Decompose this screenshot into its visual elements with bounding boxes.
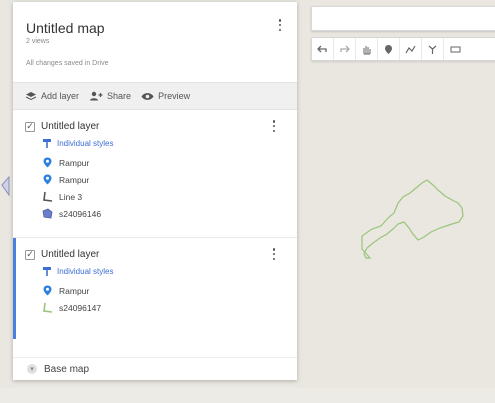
preview-button[interactable]: Preview xyxy=(141,91,190,101)
basemap-row[interactable]: ▾ Base map xyxy=(13,357,297,380)
draw-line-icon[interactable] xyxy=(400,38,422,60)
save-status: All changes saved in Drive xyxy=(26,60,109,67)
feature-label: Line 3 xyxy=(59,191,83,202)
collapse-panel-icon[interactable] xyxy=(0,175,12,204)
map-views: 2 views xyxy=(26,38,50,45)
map-footer-strip xyxy=(0,388,495,403)
chevron-down-icon: ▾ xyxy=(27,364,37,374)
map-toolbar xyxy=(311,37,495,61)
feature-item[interactable]: Rampur xyxy=(25,171,297,188)
line-icon xyxy=(42,191,53,202)
redo-icon[interactable] xyxy=(334,38,356,60)
undo-icon[interactable] xyxy=(312,38,334,60)
share-button[interactable]: Share xyxy=(89,91,131,101)
map-panel: Untitled map 2 views All changes saved i… xyxy=(13,2,297,380)
add-layer-button[interactable]: Add layer xyxy=(25,91,79,101)
layer-2: ✓ Untitled layer Individual styles Rampu… xyxy=(13,238,297,339)
layer-1: ✓ Untitled layer Individual styles Rampu… xyxy=(13,110,297,237)
polygon-icon xyxy=(42,208,53,219)
map-title[interactable]: Untitled map xyxy=(26,20,297,36)
layers-icon xyxy=(25,92,37,101)
layer-2-checkbox[interactable]: ✓ xyxy=(25,249,35,260)
marker-icon[interactable] xyxy=(378,38,400,60)
layer-2-style-label: Individual styles xyxy=(57,266,114,276)
share-label: Share xyxy=(107,91,132,101)
layer-1-options-icon[interactable] xyxy=(269,119,279,133)
actions-bar: Add layer Share Preview xyxy=(13,82,297,110)
paint-roller-icon xyxy=(43,266,51,276)
pin-icon xyxy=(42,285,53,296)
layer-1-style-label: Individual styles xyxy=(57,138,114,148)
feature-label: s24096147 xyxy=(59,302,102,313)
pin-icon xyxy=(42,174,53,185)
add-person-icon xyxy=(90,91,103,101)
map-options-icon[interactable] xyxy=(275,18,285,32)
eye-icon xyxy=(141,92,154,100)
layer-1-checkbox[interactable]: ✓ xyxy=(25,121,35,132)
layer-2-options-icon[interactable] xyxy=(269,247,279,261)
feature-item[interactable]: Rampur xyxy=(25,154,297,171)
feature-item[interactable]: Line 3 xyxy=(25,188,297,205)
layer-2-name[interactable]: Untitled layer xyxy=(41,249,99,260)
route-icon[interactable] xyxy=(422,38,444,60)
feature-label: Rampur xyxy=(59,174,90,185)
paint-roller-icon xyxy=(43,138,51,148)
feature-label: Rampur xyxy=(59,157,90,168)
layer-1-style-link[interactable]: Individual styles xyxy=(25,135,297,151)
hand-icon[interactable] xyxy=(356,38,378,60)
basemap-label: Base map xyxy=(44,363,90,375)
panel-header: Untitled map 2 views All changes saved i… xyxy=(13,2,297,82)
pin-icon xyxy=(42,157,53,168)
feature-label: Rampur xyxy=(59,285,90,296)
feature-label: s24096146 xyxy=(59,208,102,219)
feature-item[interactable]: s24096147 xyxy=(25,299,297,316)
add-layer-label: Add layer xyxy=(41,91,80,101)
feature-item[interactable]: s24096146 xyxy=(25,205,297,222)
layer-2-style-link[interactable]: Individual styles xyxy=(25,263,297,279)
preview-label: Preview xyxy=(158,91,191,101)
measure-icon[interactable] xyxy=(444,38,466,60)
feature-item[interactable]: Rampur xyxy=(25,282,297,299)
line-icon xyxy=(42,302,53,313)
layer-1-name[interactable]: Untitled layer xyxy=(41,121,99,132)
search-input[interactable] xyxy=(311,6,495,31)
